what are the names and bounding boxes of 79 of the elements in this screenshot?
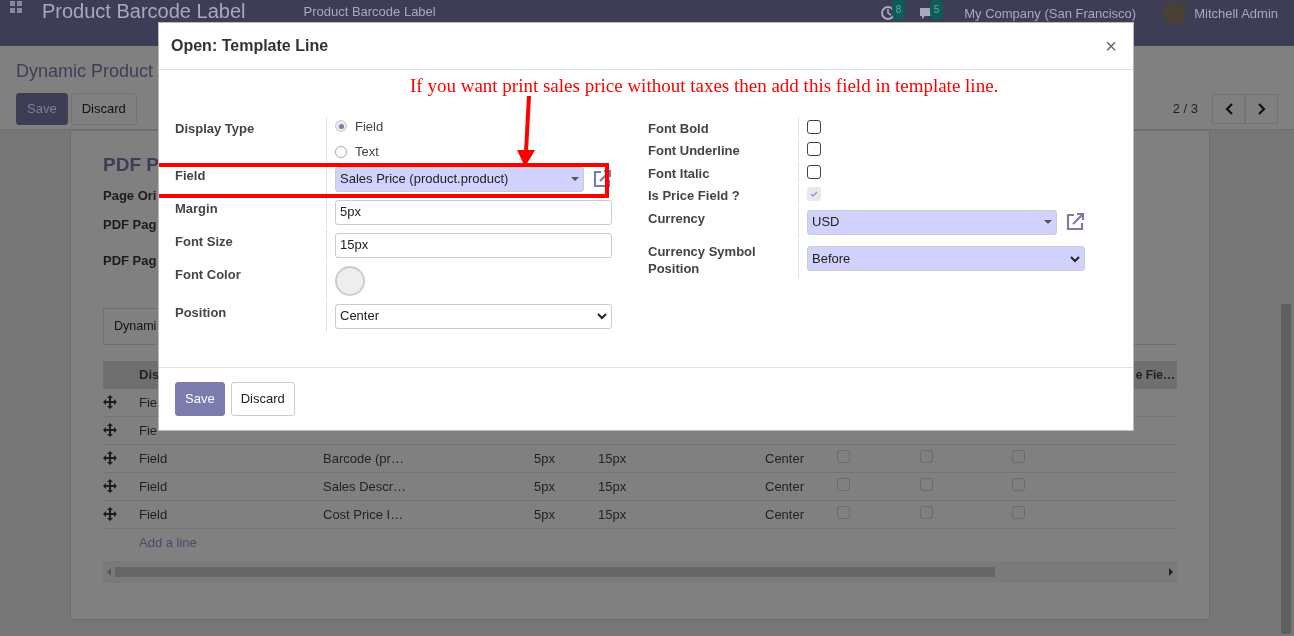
field-label: PDF Pag (103, 251, 157, 270)
table-cell: Field (139, 450, 168, 466)
field-label: Is Price Field ? (648, 187, 741, 205)
field-label: PDF Pag (103, 216, 157, 234)
field-label: Currency (648, 209, 707, 228)
chevron-down-icon (1070, 254, 1080, 263)
chevron-right-icon (1256, 101, 1267, 116)
table-cell: 15px (598, 506, 627, 522)
message-count: 5 (929, 0, 944, 20)
column-header: Dis (139, 366, 161, 384)
next-button[interactable] (1245, 93, 1278, 124)
previous-button[interactable] (1212, 93, 1245, 124)
dropdown-field[interactable]: Sales Price (product.product) (335, 166, 584, 192)
checkbox[interactable] (807, 164, 821, 179)
save-button[interactable]: Save (175, 382, 225, 416)
field-label: Currency Symbol Position (648, 242, 757, 278)
field-label: Font Underline (648, 142, 741, 160)
close-button[interactable]: × (1101, 36, 1121, 56)
field-label: Display Type (175, 119, 256, 138)
select-field[interactable]: Before (807, 246, 1085, 272)
user-avatar (1162, 1, 1187, 25)
select-field[interactable]: Center (335, 303, 612, 329)
dropdown-field[interactable]: USD (807, 209, 1057, 235)
chevron-left-icon (1223, 101, 1234, 116)
horizontal-scrollbar[interactable] (103, 560, 1177, 583)
field-label: Font Bold (648, 119, 710, 138)
table-cell: 15px (598, 450, 627, 466)
field-label: Field (175, 166, 207, 185)
drag-handle-icon[interactable] (103, 479, 117, 494)
activity-count: 8 (891, 0, 906, 20)
dialog-title: Open: Template Line (171, 36, 329, 56)
apps-menu-icon[interactable] (10, 1, 22, 13)
column-header: e Fie… (1135, 368, 1175, 382)
table-cell: Fie (139, 394, 158, 410)
field-label: Font Size (175, 232, 234, 251)
table-cell: Field (139, 506, 168, 522)
color-picker[interactable] (335, 265, 365, 296)
annotation-text: If you want print sales price without taxes then add this field in template line. (409, 74, 1000, 98)
menu-item[interactable]: Product Barcode Label (303, 1, 436, 22)
drag-handle-icon[interactable] (103, 451, 117, 466)
checkbox[interactable] (807, 119, 821, 134)
table-cell: 5px (534, 450, 555, 466)
table-cell: Cost Price I… (323, 506, 404, 522)
text-input[interactable]: 15px (335, 232, 612, 258)
drag-handle-icon[interactable] (103, 395, 117, 410)
text-input[interactable]: 5px (335, 199, 612, 225)
user-name[interactable]: Mitchell Admin (1194, 2, 1278, 24)
drag-handle-icon[interactable] (103, 507, 117, 522)
discard-button[interactable]: Discard (70, 93, 137, 125)
field-label: Font Italic (648, 164, 711, 183)
breadcrumb: Dynamic Product (16, 60, 154, 83)
field-label: Position (175, 303, 228, 322)
table-cell: Barcode (pr… (323, 450, 404, 466)
table-cell: 5px (534, 506, 555, 522)
caret-icon (571, 177, 579, 181)
external-link-icon[interactable] (592, 169, 612, 189)
discard-button[interactable]: Discard (230, 382, 295, 416)
table-cell: Center (765, 478, 805, 494)
table-cell: Field (139, 478, 168, 494)
radio-option[interactable]: Field (335, 116, 384, 136)
table-cell: 15px (598, 478, 627, 494)
table-cell: 5px (534, 478, 555, 494)
external-link-icon[interactable] (1065, 212, 1085, 233)
field-label: Page Ori (103, 186, 157, 205)
checkbox[interactable] (807, 142, 821, 157)
radio-option[interactable]: Text (335, 142, 379, 162)
sheet-title: PDF P (103, 153, 159, 177)
field-label: Margin (175, 199, 219, 218)
table-cell: Center (765, 450, 805, 466)
drag-handle-icon[interactable] (103, 423, 117, 438)
field-label: Font Color (175, 265, 242, 284)
chevron-down-icon (597, 312, 607, 320)
company-switcher[interactable]: My Company (San Francisco) (964, 2, 1137, 24)
app-title: Product Barcode Label (42, 1, 246, 22)
table-cell: Fie (139, 422, 158, 438)
caret-icon (1044, 220, 1052, 225)
pager-counter: 2 / 3 (1172, 100, 1198, 118)
table-cell: Sales Descr… (323, 478, 407, 494)
table-cell: Center (765, 506, 805, 522)
